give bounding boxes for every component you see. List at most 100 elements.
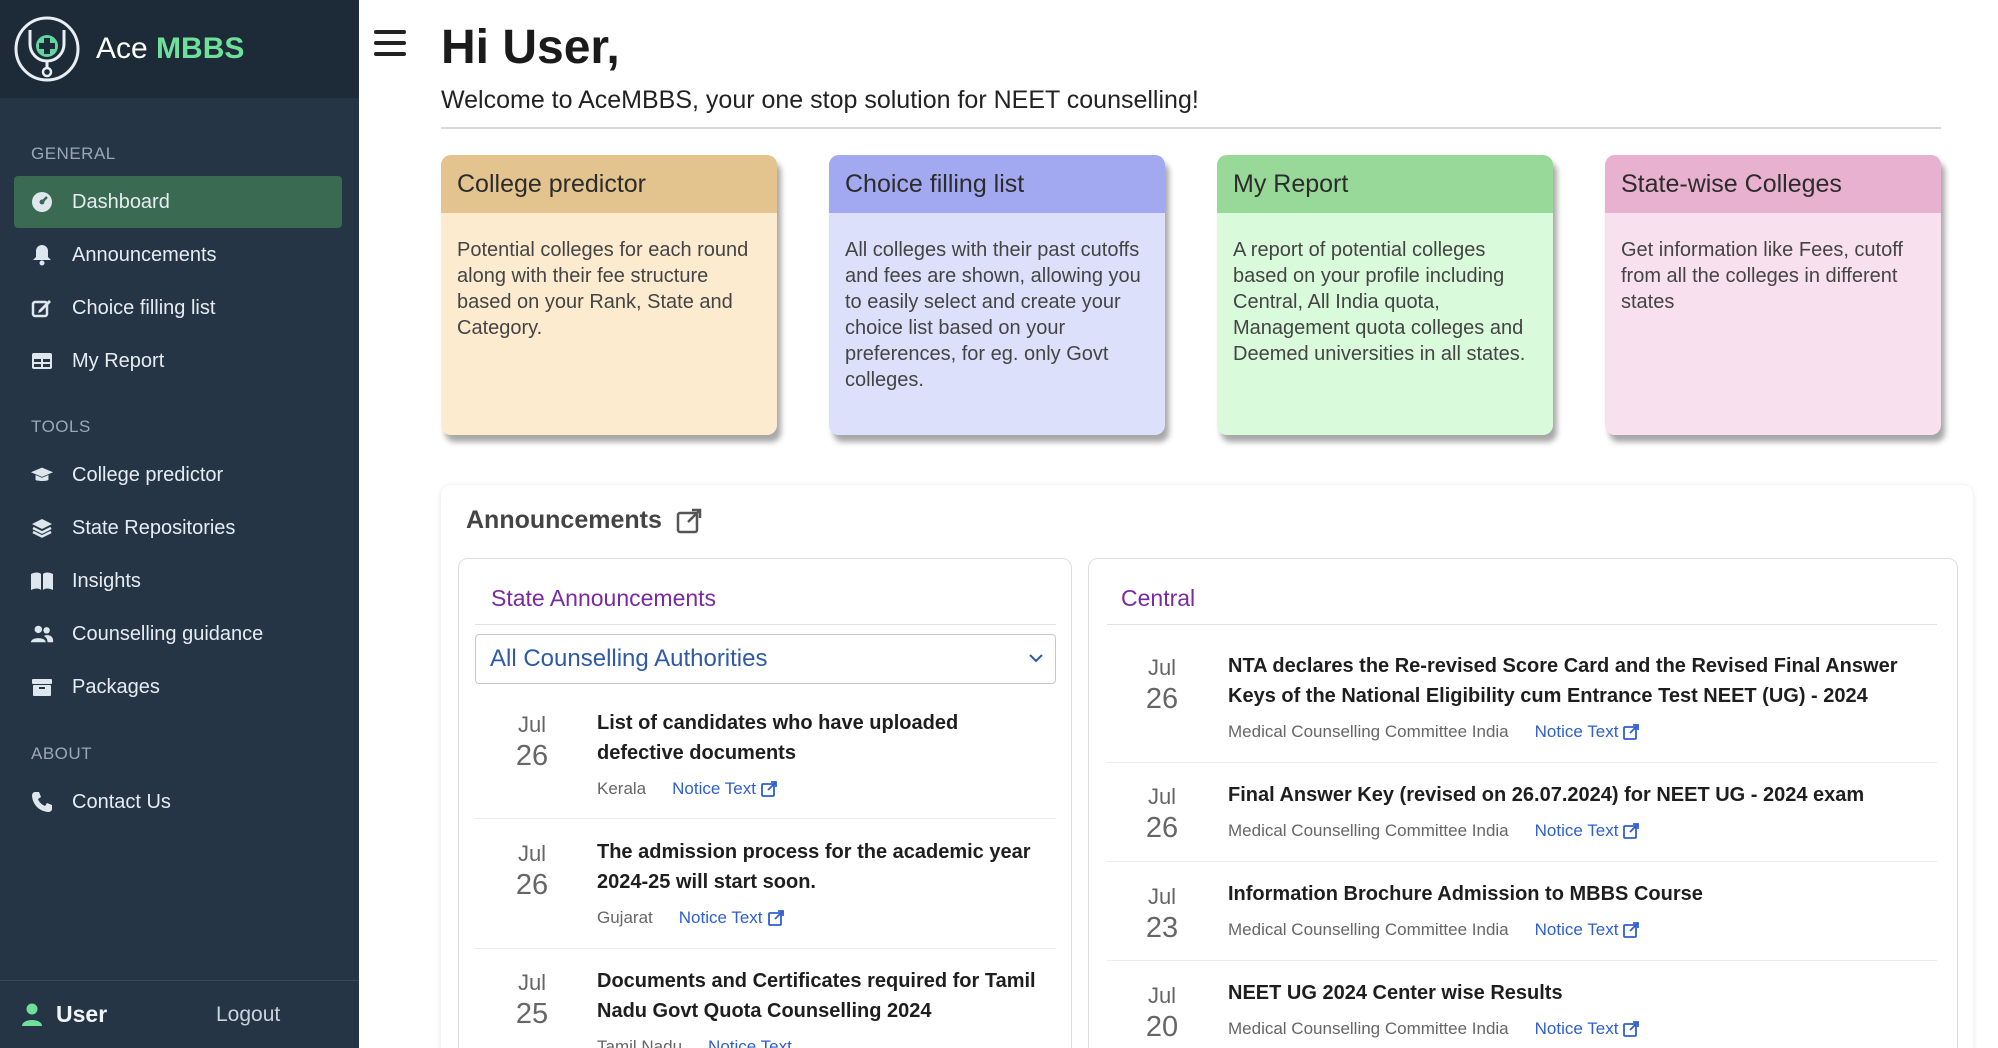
- edit-icon: [30, 296, 54, 320]
- announcement-source: Gujarat: [597, 908, 653, 927]
- hamburger-menu-icon[interactable]: [374, 30, 406, 58]
- brand[interactable]: Ace MBBS: [0, 0, 359, 98]
- sidebar-item-choice-filling-list[interactable]: Choice filling list: [14, 282, 342, 334]
- notice-text-link[interactable]: Notice Text: [679, 908, 784, 928]
- central-announcements-title: Central: [1121, 585, 1196, 611]
- announcement-meta: Medical Counselling Committee India Noti…: [1228, 920, 1640, 940]
- announcement-source: Tamil Nadu: [597, 1037, 683, 1048]
- brand-accent: MBBS: [156, 32, 245, 65]
- card-choice-filling-list[interactable]: Choice filling list All colleges with th…: [829, 155, 1165, 435]
- announcement-title[interactable]: NEET UG 2024 Center wise Results: [1228, 978, 1928, 1008]
- notice-text-link[interactable]: Notice Text: [672, 779, 777, 799]
- announcement-date: Jul 26: [1145, 784, 1179, 844]
- announcement-date: Jul 26: [1145, 655, 1179, 715]
- announcements-title[interactable]: Announcements: [466, 506, 702, 535]
- external-link-icon: [1623, 724, 1640, 740]
- section-label-about: ABOUT: [31, 744, 93, 763]
- sidebar-item-packages[interactable]: Packages: [14, 661, 342, 713]
- card-title: College predictor: [441, 155, 777, 213]
- graduation-cap-icon: [30, 463, 54, 487]
- sidebar-item-label: Packages: [72, 675, 160, 698]
- book-icon: [30, 569, 54, 593]
- announcement-title[interactable]: Documents and Certificates required for …: [597, 966, 1047, 1026]
- header-divider: [441, 127, 1941, 129]
- sidebar-item-contact-us[interactable]: Contact Us: [14, 776, 342, 828]
- announcement-date: Jul 20: [1145, 983, 1179, 1043]
- bell-icon: [30, 243, 54, 267]
- announcement-meta: Medical Counselling Committee India Noti…: [1228, 821, 1640, 841]
- table-icon: [30, 349, 54, 373]
- card-college-predictor[interactable]: College predictor Potential colleges for…: [441, 155, 777, 435]
- phone-icon: [30, 790, 54, 814]
- sidebar-item-label: Choice filling list: [72, 296, 216, 319]
- announcement-meta: Tamil Nadu Notice Text: [597, 1037, 792, 1048]
- sidebar-item-counselling-guidance[interactable]: Counselling guidance: [14, 608, 342, 660]
- announcement-title[interactable]: Final Answer Key (revised on 26.07.2024)…: [1228, 780, 1928, 810]
- layers-icon: [30, 516, 54, 540]
- external-link-icon: [1623, 1021, 1640, 1037]
- sidebar-item-announcements[interactable]: Announcements: [14, 229, 342, 281]
- announcement-date: Jul 23: [1145, 884, 1179, 944]
- card-description: Potential colleges for each round along …: [457, 239, 749, 339]
- card-description: Get information like Fees, cutoff from a…: [1621, 239, 1903, 313]
- card-description: All colleges with their past cutoffs and…: [845, 239, 1141, 391]
- sidebar-item-my-report[interactable]: My Report: [14, 335, 342, 387]
- announcement-meta: Gujarat Notice Text: [597, 908, 784, 928]
- announcement-source: Medical Counselling Committee India: [1228, 920, 1509, 939]
- item-separator: [1107, 861, 1937, 862]
- users-icon: [30, 622, 54, 646]
- sidebar-item-label: College predictor: [72, 463, 224, 486]
- notice-text-link[interactable]: Notice Text: [1535, 1019, 1640, 1039]
- sidebar-item-label: Contact Us: [72, 790, 171, 813]
- sidebar-item-college-predictor[interactable]: College predictor: [14, 449, 342, 501]
- sidebar-item-label: Insights: [72, 569, 141, 592]
- notice-text-link[interactable]: Notice Text: [1535, 821, 1640, 841]
- dashboard-icon: [30, 190, 54, 214]
- page-title: Hi User,: [441, 21, 620, 74]
- card-my-report[interactable]: My Report A report of potential colleges…: [1217, 155, 1553, 435]
- item-separator: [475, 818, 1056, 819]
- user-profile[interactable]: User: [20, 1001, 107, 1028]
- announcement-source: Kerala: [597, 779, 647, 798]
- sidebar-item-insights[interactable]: Insights: [14, 555, 342, 607]
- announcement-title[interactable]: Information Brochure Admission to MBBS C…: [1228, 879, 1928, 909]
- sidebar-item-label: Announcements: [72, 243, 217, 266]
- card-title: My Report: [1217, 155, 1553, 213]
- archive-icon: [30, 675, 54, 699]
- stethoscope-logo-icon: [14, 16, 80, 82]
- announcement-title[interactable]: The admission process for the academic y…: [597, 837, 1047, 897]
- divider: [475, 624, 1056, 625]
- external-link-icon[interactable]: [676, 508, 702, 534]
- external-link-icon: [1623, 922, 1640, 938]
- notice-text-link[interactable]: Notice Text: [708, 1037, 792, 1048]
- state-announcements-title: State Announcements: [491, 585, 717, 611]
- announcement-source: Medical Counselling Committee India: [1228, 722, 1509, 741]
- chevron-down-icon: [1029, 654, 1043, 663]
- brand-name: Ace MBBS: [96, 32, 244, 66]
- sidebar: Ace MBBS GENERAL Dashboard Announcements…: [0, 0, 359, 1048]
- divider: [1107, 624, 1937, 625]
- announcement-meta: Medical Counselling Committee India Noti…: [1228, 1019, 1640, 1039]
- announcement-title[interactable]: NTA declares the Re-revised Score Card a…: [1228, 651, 1928, 711]
- card-title: State-wise Colleges: [1605, 155, 1941, 213]
- announcement-title[interactable]: List of candidates who have uploaded def…: [597, 708, 1047, 768]
- item-separator: [475, 948, 1056, 949]
- item-separator: [1107, 960, 1937, 961]
- card-title: Choice filling list: [829, 155, 1165, 213]
- welcome-text: Welcome to AceMBBS, your one stop soluti…: [441, 86, 1199, 114]
- announcement-date: Jul 26: [515, 841, 549, 901]
- sidebar-item-state-repositories[interactable]: State Repositories: [14, 502, 342, 554]
- logout-link[interactable]: Logout: [216, 1003, 280, 1027]
- card-state-wise-colleges[interactable]: State-wise Colleges Get information like…: [1605, 155, 1941, 435]
- card-description: A report of potential colleges based on …: [1233, 239, 1526, 365]
- notice-text-link[interactable]: Notice Text: [1535, 722, 1640, 742]
- sidebar-footer: User Logout: [0, 980, 359, 1048]
- external-link-icon: [761, 781, 777, 797]
- announcement-source: Medical Counselling Committee India: [1228, 821, 1509, 840]
- sidebar-item-dashboard[interactable]: Dashboard: [14, 176, 342, 228]
- item-separator: [1107, 762, 1937, 763]
- notice-text-link[interactable]: Notice Text: [1535, 920, 1640, 940]
- announcement-meta: Medical Counselling Committee India Noti…: [1228, 722, 1640, 742]
- announcement-meta: Kerala Notice Text: [597, 779, 777, 799]
- counselling-authority-select[interactable]: All Counselling Authorities: [475, 634, 1056, 684]
